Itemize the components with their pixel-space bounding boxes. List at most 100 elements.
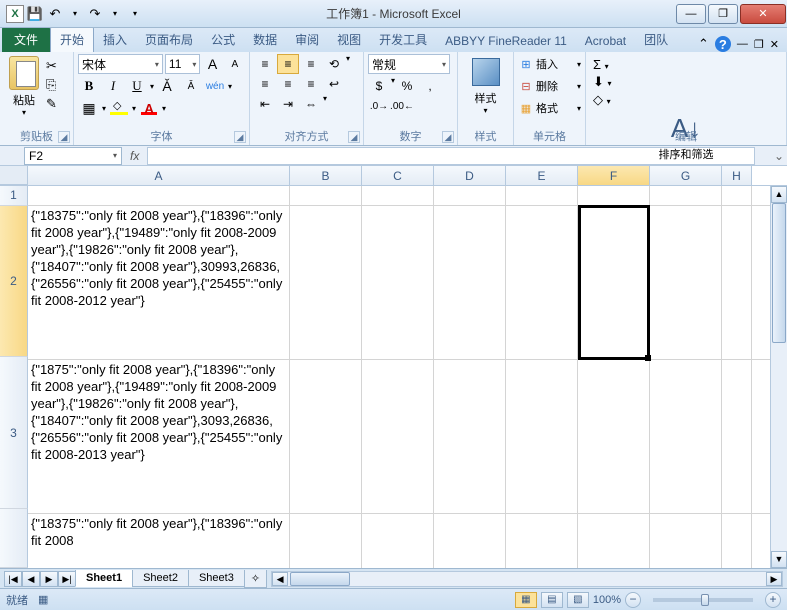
colhead-C[interactable]: C [362, 166, 434, 185]
orientation-icon[interactable]: ⟲ [323, 54, 345, 74]
font-size-combo[interactable]: 11▾ [165, 54, 200, 74]
number-format-combo[interactable]: 常规▾ [368, 54, 450, 74]
font-color-dropdown[interactable]: ▾ [162, 104, 166, 113]
merge-icon[interactable]: ⇔ [300, 94, 322, 114]
zoom-level[interactable]: 100% [593, 594, 621, 606]
font-name-combo[interactable]: 宋体▾ [78, 54, 163, 74]
border-icon[interactable]: ▦ [78, 98, 100, 118]
cell-G4[interactable] [650, 514, 722, 568]
phonetic-dropdown[interactable]: ▾ [228, 82, 232, 91]
minimize-button[interactable]: — [676, 4, 706, 24]
tab-team[interactable]: 团队 [635, 27, 677, 52]
styles-button[interactable]: 样式 ▾ [462, 54, 509, 115]
cell-A3[interactable]: {"1875":"only fit 2008 year"},{"18396":"… [28, 360, 290, 513]
align-middle-icon[interactable]: ≡ [277, 54, 299, 74]
underline-button[interactable]: U [126, 76, 148, 96]
rowhead-3[interactable]: 3 [0, 357, 28, 509]
sheet-nav-prev[interactable]: ◀ [22, 571, 40, 587]
hscroll-right-icon[interactable]: ▶ [766, 572, 782, 586]
zoom-slider[interactable] [653, 598, 753, 602]
tab-review[interactable]: 审阅 [286, 27, 328, 52]
fill-color-icon[interactable]: ◇ [108, 98, 130, 118]
increase-decimal-icon[interactable]: .0→ [368, 96, 390, 116]
colhead-G[interactable]: G [650, 166, 722, 185]
number-dialog-launcher[interactable]: ◢ [442, 131, 454, 143]
cut-icon[interactable]: ✂ [46, 58, 57, 74]
decrease-indent-icon[interactable]: ⇤ [254, 94, 276, 114]
select-all-button[interactable] [0, 166, 28, 185]
cell-H2[interactable] [722, 206, 752, 359]
percent-icon[interactable]: % [396, 76, 418, 96]
cell-C1[interactable] [362, 186, 434, 205]
new-sheet-button[interactable]: ✧ [244, 570, 267, 588]
insert-cells-button[interactable]: ⊞插入▾ [518, 54, 581, 74]
tab-acrobat[interactable]: Acrobat [576, 30, 635, 52]
scroll-up-icon[interactable]: ▲ [771, 186, 787, 203]
redo-dropdown[interactable]: ▾ [106, 5, 124, 23]
horizontal-scrollbar[interactable]: ◀ ▶ [271, 571, 783, 587]
sheet-tab-2[interactable]: Sheet2 [132, 570, 189, 587]
scroll-thumb[interactable] [772, 203, 786, 343]
increase-indent-icon[interactable]: ⇥ [277, 94, 299, 114]
cell-E4[interactable] [506, 514, 578, 568]
sheet-nav-last[interactable]: ▶| [58, 571, 76, 587]
cell-G1[interactable] [650, 186, 722, 205]
scroll-down-icon[interactable]: ▼ [771, 551, 787, 568]
currency-icon[interactable]: $ [368, 76, 390, 96]
colhead-F[interactable]: F [578, 166, 650, 185]
tab-file[interactable]: 文件 [2, 27, 50, 52]
comma-icon[interactable]: , [419, 76, 441, 96]
copy-icon[interactable]: ⎘ [46, 77, 57, 93]
zoom-out-button[interactable]: − [625, 592, 641, 608]
cell-E1[interactable] [506, 186, 578, 205]
bold-button[interactable]: B [78, 76, 100, 96]
grow-font-icon[interactable]: A [202, 54, 222, 74]
tab-insert[interactable]: 插入 [94, 27, 136, 52]
tab-layout[interactable]: 页面布局 [136, 27, 202, 52]
cell-B4[interactable] [290, 514, 362, 568]
workbook-restore-icon[interactable]: ❐ [754, 38, 764, 51]
colhead-D[interactable]: D [434, 166, 506, 185]
clear-icon[interactable]: ◇ ▾ [593, 92, 779, 108]
cell-B2[interactable] [290, 206, 362, 359]
cell-D3[interactable] [434, 360, 506, 513]
cell-E3[interactable] [506, 360, 578, 513]
paste-button[interactable]: 粘贴 ▾ [4, 54, 44, 131]
font-dialog-launcher[interactable]: ◢ [234, 131, 246, 143]
colhead-E[interactable]: E [506, 166, 578, 185]
maximize-button[interactable]: ❐ [708, 4, 738, 24]
align-dialog-launcher[interactable]: ◢ [348, 131, 360, 143]
tab-view[interactable]: 视图 [328, 27, 370, 52]
view-layout-icon[interactable]: ▤ [541, 592, 563, 608]
cells-area[interactable]: {"18375":"only fit 2008 year"},{"18396":… [28, 186, 787, 568]
merge-dropdown[interactable]: ▾ [323, 94, 327, 114]
save-icon[interactable]: 💾 [26, 5, 44, 23]
decrease-decimal-icon[interactable]: .00← [391, 96, 413, 116]
colhead-A[interactable]: A [28, 166, 290, 185]
rowhead-2[interactable]: 2 [0, 206, 28, 358]
format-cells-button[interactable]: ▦格式▾ [518, 98, 581, 118]
cell-H3[interactable] [722, 360, 752, 513]
colhead-B[interactable]: B [290, 166, 362, 185]
orient-dropdown[interactable]: ▾ [346, 54, 350, 74]
rowhead-4[interactable] [0, 509, 28, 568]
font-color-icon[interactable]: A [138, 98, 160, 118]
redo-icon[interactable]: ↷ [86, 5, 104, 23]
hscroll-thumb[interactable] [290, 572, 350, 586]
cell-C3[interactable] [362, 360, 434, 513]
shrink-font2-icon[interactable]: Ǎ [180, 76, 202, 96]
cell-C4[interactable] [362, 514, 434, 568]
clipboard-dialog-launcher[interactable]: ◢ [58, 131, 70, 143]
excel-icon[interactable]: X [6, 5, 24, 23]
align-bottom-icon[interactable]: ≡ [300, 54, 322, 74]
ribbon-minimize-icon[interactable]: ⌃ [698, 36, 709, 52]
align-left-icon[interactable]: ≡ [254, 74, 276, 94]
qat-customize[interactable]: ▾ [126, 5, 144, 23]
align-top-icon[interactable]: ≡ [254, 54, 276, 74]
cell-F3[interactable] [578, 360, 650, 513]
cell-F4[interactable] [578, 514, 650, 568]
tab-formula[interactable]: 公式 [202, 27, 244, 52]
cell-D1[interactable] [434, 186, 506, 205]
help-icon[interactable]: ? [715, 36, 731, 52]
cell-B1[interactable] [290, 186, 362, 205]
